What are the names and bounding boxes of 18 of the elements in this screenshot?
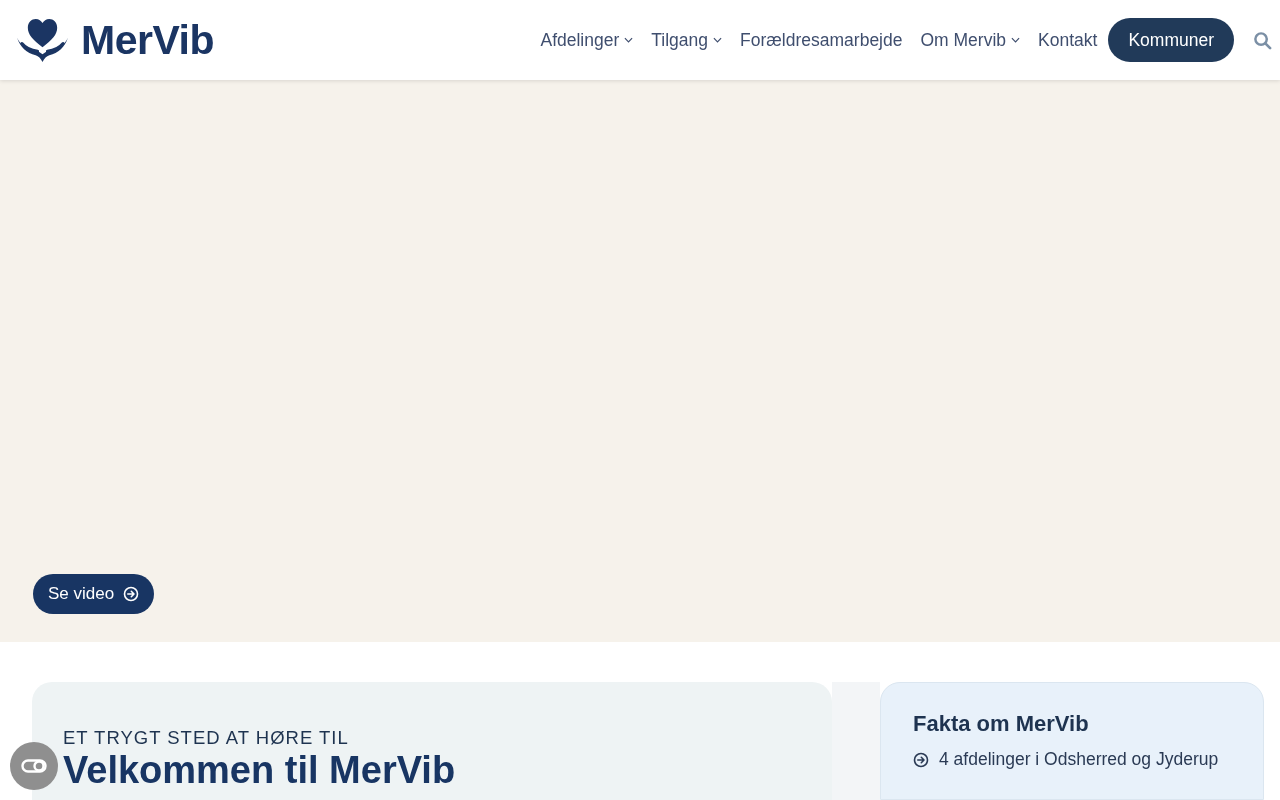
search-icon[interactable]	[1253, 30, 1272, 50]
kommuner-button[interactable]: Kommuner	[1108, 18, 1234, 62]
eyebrow-text: ET TRYGT STED AT HØRE TIL	[63, 728, 350, 749]
arrow-circle-icon	[913, 751, 929, 768]
page-heading: Velkommen til MerVib	[63, 750, 457, 793]
nav-link[interactable]: Om Mervib	[911, 29, 1030, 51]
nav-link[interactable]: Afdelinger	[531, 29, 643, 51]
toggle-icon	[21, 759, 47, 773]
nav-link[interactable]: Tilgang	[642, 29, 732, 51]
nav-link[interactable]: Forældresamarbejde	[731, 29, 912, 51]
logo-text[interactable]: MerVib	[81, 16, 214, 64]
arrow-circle-icon	[123, 586, 140, 602]
fact-text: 4 afdelinger i Odsherred og Jyderup	[939, 749, 1219, 770]
play-video-button[interactable]: Se video	[33, 574, 155, 614]
nav-link[interactable]: Kontakt	[1029, 29, 1107, 51]
heart-hands-icon[interactable]	[16, 17, 69, 63]
facts-title: Fakta om MerVib	[913, 711, 1090, 737]
cookie-settings-button[interactable]	[10, 742, 58, 790]
